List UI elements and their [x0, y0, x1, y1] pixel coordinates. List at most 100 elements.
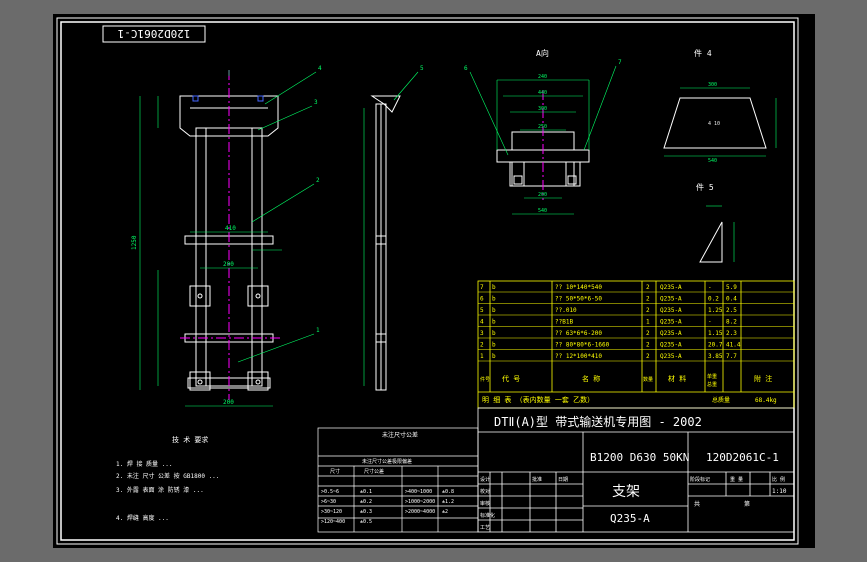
- bom-cell-name: ?? 63*6*6-200: [555, 330, 602, 337]
- bom-cell-no: 3: [480, 330, 484, 337]
- bom-cell-no: 4: [480, 319, 484, 326]
- bom-cell-mat: Q235-A: [660, 296, 682, 303]
- dim-front-w3: 200: [223, 399, 234, 406]
- bom-cell-code: b: [492, 342, 496, 349]
- dim-sec-240: 240: [538, 74, 547, 80]
- note-1: 1. 焊 接 质量 ...: [116, 460, 173, 468]
- series-title: DTⅡ(A)型 带式输送机专用图 - 2002: [494, 414, 702, 429]
- weight-label: 重 量: [730, 476, 743, 483]
- bom-cell-name: ??B1B: [555, 319, 573, 326]
- tol-cell-a: >6~30: [321, 499, 336, 505]
- bom-cell-mat: Q235-A: [660, 330, 682, 337]
- bom-cell-code: b: [492, 330, 496, 337]
- callout-1: 1: [316, 327, 320, 334]
- tol-col1: 尺寸: [330, 468, 340, 475]
- bom-cell-w2: 0.4: [726, 296, 737, 303]
- bom-cell-mat: Q235-A: [660, 342, 682, 349]
- bom-footer-total-label: 总质量: [712, 396, 730, 404]
- tol-cell-c: >1000~2000: [405, 499, 435, 505]
- dim-p4-bot: 540: [708, 158, 717, 164]
- dim-sec-w: 540: [538, 208, 547, 214]
- part-name: 支架: [612, 484, 640, 500]
- bom-cell-name: ??.010: [555, 307, 577, 314]
- bom-cell-no: 6: [480, 296, 484, 303]
- tol-cell-b: ±0.5: [360, 519, 372, 525]
- drawing-no: 120D2061C-1: [706, 451, 779, 464]
- bom-cell-code: b: [492, 307, 496, 314]
- tol-cell-d: ±1.2: [442, 499, 454, 505]
- bom-cell-mat: Q235-A: [660, 319, 682, 326]
- note-4: 4. 焊缝 高度 ...: [116, 514, 169, 522]
- dim-front-w2: 200: [223, 261, 234, 268]
- dim-sec-440: 440: [538, 90, 547, 96]
- stage-label: 阶段标记: [690, 476, 710, 483]
- tol-cell-b: ±0.2: [360, 499, 372, 505]
- callout-6: 6: [464, 65, 468, 72]
- bom-cell-mat: Q235-A: [660, 307, 682, 314]
- bom-cell-no: 2: [480, 342, 484, 349]
- tol-cell-b: ±0.3: [360, 509, 372, 515]
- note-3: 3. 外露 表面 涂 防锈 漆 ...: [116, 486, 204, 494]
- bom-cell-qty: 2: [646, 330, 650, 337]
- bom-cell-w1: 3.85: [708, 353, 723, 360]
- bom-cell-name: ?? 10*140*540: [555, 284, 602, 291]
- bom-cell-code: b: [492, 296, 496, 303]
- bom-cell-w2: 8.2: [726, 319, 737, 326]
- date-label: 日期: [558, 477, 568, 483]
- bom-cell-no: 7: [480, 284, 484, 291]
- bom-footer-total: 68.4kg: [755, 397, 777, 404]
- bom-cell-w2: 41.4: [726, 342, 741, 349]
- tol-cell-a: >120~400: [321, 519, 345, 525]
- callout-2: 2: [316, 177, 320, 184]
- tol-title: 未注尺寸公差: [382, 431, 418, 439]
- material: Q235-A: [610, 512, 650, 525]
- sheet-no: 第: [744, 500, 750, 508]
- std-label: 标准化: [480, 512, 495, 519]
- bom-header-qty: 数量: [643, 376, 653, 383]
- scale-label: 比 例: [772, 476, 785, 483]
- cad-drawing-canvas[interactable]: 120D2061C-1 1250 410 200 200 A向 240 440 …: [0, 0, 867, 562]
- bom-header-no: 件号: [480, 376, 490, 383]
- bom-cell-w1: -: [708, 319, 712, 326]
- bom-cell-name: ?? 50*50*6-50: [555, 296, 602, 303]
- tol-cell-d: ±2: [442, 509, 448, 515]
- bom-cell-no: 5: [480, 307, 484, 314]
- callout-5: 5: [420, 65, 424, 72]
- tol-header: 未注尺寸公差极限偏差: [362, 458, 412, 465]
- bom-cell-w1: -: [708, 284, 712, 291]
- bom-cell-qty: 2: [646, 342, 650, 349]
- bom-cell-qty: 2: [646, 296, 650, 303]
- scale-value: 1:10: [772, 488, 787, 495]
- bom-cell-qty: 2: [646, 284, 650, 291]
- dim-sec-250: 250: [538, 124, 547, 130]
- bom-cell-w2: 5.9: [726, 284, 737, 291]
- bom-cell-qty: 1: [646, 319, 650, 326]
- tol-cell-b: ±0.1: [360, 489, 372, 495]
- bom-header-total: 总重: [707, 381, 717, 388]
- section-label: A向: [536, 48, 549, 58]
- tol-col2: 尺寸公差: [364, 468, 384, 475]
- dim-p4-mid: 4 10: [708, 121, 720, 127]
- bom-cell-w1: 20.7: [708, 342, 723, 349]
- bom-cell-qty: 2: [646, 307, 650, 314]
- callout-3: 3: [314, 99, 318, 106]
- bom-cell-w2: 2.3: [726, 330, 737, 337]
- tol-cell-a: >30~120: [321, 509, 342, 515]
- tol-cell-c: >2000~4000: [405, 509, 435, 515]
- bom-cell-mat: Q235-A: [660, 284, 682, 291]
- bom-cell-w1: 1.15: [708, 330, 723, 337]
- design-label: 设计: [480, 476, 490, 483]
- bom-cell-code: b: [492, 284, 496, 291]
- bom-cell-w1: 0.2: [708, 296, 719, 303]
- tol-cell-d: ±0.8: [442, 489, 454, 495]
- sheet-total: 共: [694, 500, 700, 508]
- stamp-text: 120D2061C-1: [118, 27, 191, 40]
- part4-label: 件 4: [694, 48, 712, 58]
- tol-cell-c: >400~1000: [405, 489, 432, 495]
- bom-cell-qty: 2: [646, 353, 650, 360]
- approve2-label: 批准: [532, 476, 542, 483]
- bom-cell-name: ?? 80*80*6-1660: [555, 342, 610, 349]
- dim-front-height: 1250: [131, 235, 138, 250]
- dim-sec-300: 300: [538, 106, 547, 112]
- bom-header-mat: 材 料: [668, 374, 686, 383]
